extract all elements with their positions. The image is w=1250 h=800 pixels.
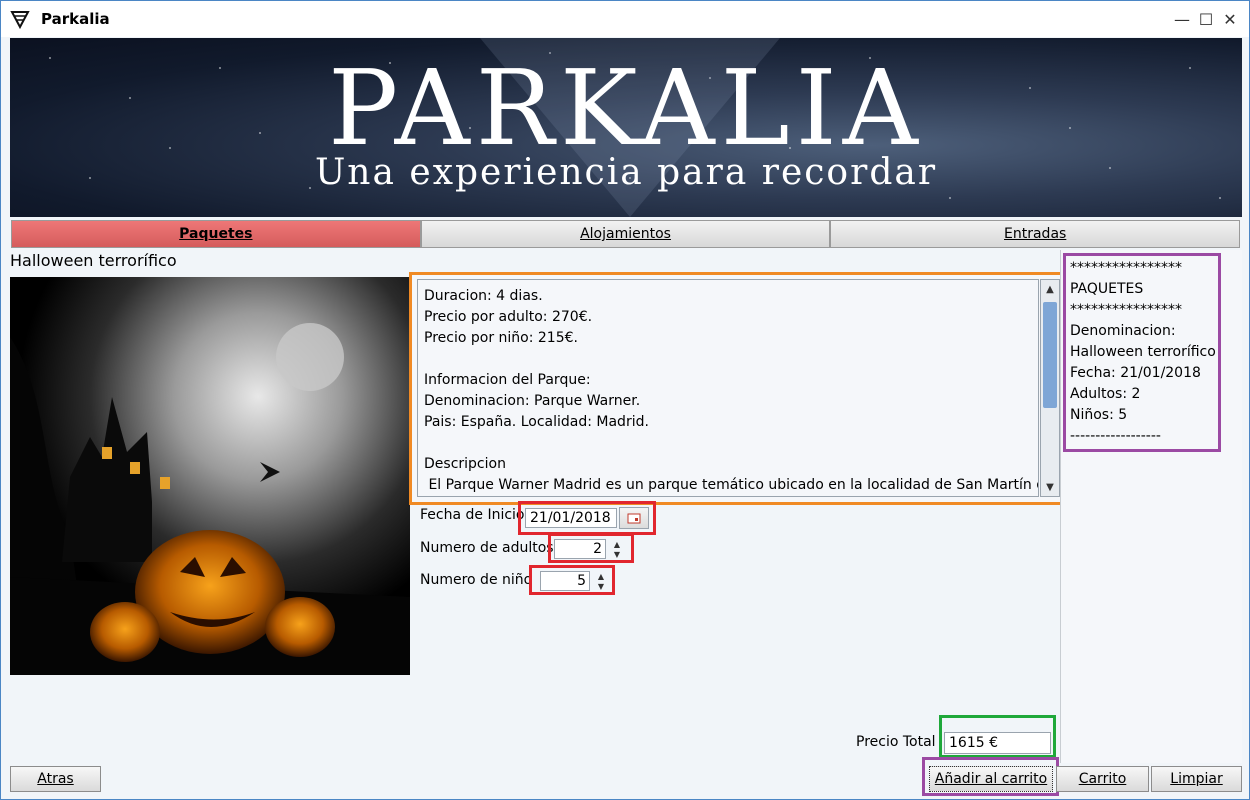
calendar-icon[interactable] <box>619 507 649 529</box>
scroll-down-icon[interactable]: ▼ <box>1041 478 1059 496</box>
adults-label: Numero de adultos <box>420 540 554 556</box>
adults-spin-buttons[interactable]: ▲ ▼ <box>608 539 626 559</box>
add-to-cart-button[interactable]: Añadir al carrito <box>929 766 1053 792</box>
children-group: 5 ▲ ▼ <box>529 565 615 595</box>
tab-entradas[interactable]: Entradas <box>830 220 1241 248</box>
app-window: Parkalia — ☐ ✕ PARKALIA Una experiencia … <box>0 0 1250 800</box>
minimize-icon[interactable]: — <box>1171 8 1193 30</box>
clear-button[interactable]: Limpiar <box>1151 766 1242 792</box>
decrement-icon[interactable]: ▼ <box>592 581 610 591</box>
package-title: Halloween terrorífico <box>10 251 177 270</box>
main-tabs: Paquetes Alojamientos Entradas <box>11 220 1241 248</box>
start-date-input[interactable]: 21/01/2018 <box>525 508 617 528</box>
back-button[interactable]: Atras <box>10 766 101 792</box>
details-scrollbar[interactable]: ▲ ▼ <box>1040 279 1060 497</box>
brand-title: PARKALIA <box>328 47 924 169</box>
total-price-label: Precio Total <box>856 734 936 750</box>
package-image <box>10 277 410 675</box>
decrement-icon[interactable]: ▼ <box>608 549 626 559</box>
close-icon[interactable]: ✕ <box>1219 8 1241 30</box>
increment-icon[interactable]: ▲ <box>592 571 610 581</box>
adults-stepper[interactable]: 2 <box>554 539 606 559</box>
start-date-group: 21/01/2018 <box>518 501 656 535</box>
start-date-label: Fecha de Inicio <box>420 507 525 523</box>
scroll-thumb[interactable] <box>1043 302 1057 408</box>
children-spin-buttons[interactable]: ▲ ▼ <box>592 571 610 591</box>
total-price-group: 1615 € <box>939 715 1056 758</box>
app-logo-icon <box>10 11 30 30</box>
children-stepper[interactable]: 5 <box>540 571 590 591</box>
window-title: Parkalia <box>41 10 110 28</box>
maximize-icon[interactable]: ☐ <box>1195 8 1217 30</box>
cart-button[interactable]: Carrito <box>1056 766 1149 792</box>
tab-alojamientos[interactable]: Alojamientos <box>420 220 831 248</box>
total-price-field: 1615 € <box>944 732 1051 754</box>
title-bar: Parkalia — ☐ ✕ <box>1 1 1249 37</box>
header-banner: PARKALIA Una experiencia para recordar <box>10 38 1242 217</box>
package-details-text[interactable]: Duracion: 4 dias. Precio por adulto: 270… <box>417 279 1039 497</box>
package-details-box: Duracion: 4 dias. Precio por adulto: 270… <box>409 272 1064 505</box>
cart-summary-text: **************** PAQUETES **************… <box>1070 260 1216 444</box>
children-label: Numero de niño <box>420 572 533 588</box>
scroll-up-icon[interactable]: ▲ <box>1041 280 1059 298</box>
cart-summary-panel: **************** PAQUETES **************… <box>1060 250 1242 763</box>
tab-paquetes[interactable]: Paquetes <box>11 220 421 248</box>
adults-group: 2 ▲ ▼ <box>548 533 634 563</box>
brand-tagline: Una experiencia para recordar <box>314 152 938 193</box>
increment-icon[interactable]: ▲ <box>608 539 626 549</box>
cart-summary-box: **************** PAQUETES **************… <box>1063 253 1221 452</box>
